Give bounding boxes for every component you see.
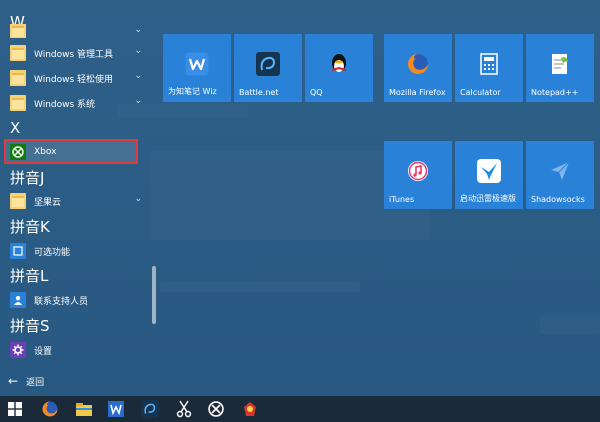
folder-icon xyxy=(10,193,26,209)
back-label: 返回 xyxy=(26,377,45,388)
folder-icon xyxy=(10,95,26,111)
app-label: 可选功能 xyxy=(34,247,71,258)
app-label: Windows 轻松使用 xyxy=(34,74,114,85)
tile-qq[interactable]: QQ xyxy=(305,34,373,102)
app-item-settings[interactable]: 设置 xyxy=(4,338,146,362)
notepadpp-icon xyxy=(548,52,572,76)
start-menu: W ⌄ Windows 管理工具 ⌄ Windows 轻松使用 ⌄ Window… xyxy=(0,0,600,396)
app-label: 设置 xyxy=(34,346,53,357)
app-item-windows-admin-tools[interactable]: Windows 管理工具 ⌄ xyxy=(4,41,146,65)
tile-label: QQ xyxy=(310,88,323,97)
app-item-windows-ease-of-access[interactable]: Windows 轻松使用 ⌄ xyxy=(4,66,146,90)
tile-label: iTunes xyxy=(389,195,415,204)
app-icon[interactable] xyxy=(240,399,260,419)
folder-icon xyxy=(10,70,26,86)
tile-label: 为知笔记 Wiz xyxy=(168,87,217,96)
tile-label: Mozilla Firefox xyxy=(389,88,446,97)
tile-itunes[interactable]: iTunes xyxy=(384,141,452,209)
section-letter-pinyin-l[interactable]: 拼音L xyxy=(10,266,48,286)
tile-label: 启动迅雷极速版 xyxy=(460,194,516,203)
tile-firefox[interactable]: Mozilla Firefox xyxy=(384,34,452,102)
tile-wiz[interactable]: 为知笔记 Wiz xyxy=(163,34,231,102)
back-arrow-icon: ← xyxy=(8,374,19,388)
chevron-down-icon[interactable]: ⌄ xyxy=(134,194,142,204)
app-item-contact-support[interactable]: 联系支持人员 xyxy=(4,288,146,312)
contact-support-icon xyxy=(10,292,26,308)
taskbar xyxy=(0,396,600,422)
optional-features-icon xyxy=(10,243,26,259)
folder-icon xyxy=(10,24,26,38)
app-label: 坚果云 xyxy=(34,197,62,208)
app-label: 联系支持人员 xyxy=(34,296,89,307)
section-letter-pinyin-k[interactable]: 拼音K xyxy=(10,217,50,237)
firefox-icon xyxy=(406,52,430,76)
chevron-down-icon[interactable]: ⌄ xyxy=(134,71,142,81)
section-letter-pinyin-j[interactable]: 拼音J xyxy=(10,168,44,188)
tile-label: Notepad++ xyxy=(531,88,579,97)
app-label: Windows 系统 xyxy=(34,99,96,110)
qq-penguin-icon xyxy=(327,52,351,76)
app-item-windows-folder[interactable]: ⌄ xyxy=(4,24,146,38)
tile-notepadpp[interactable]: Notepad++ xyxy=(526,34,594,102)
xunlei-icon xyxy=(477,159,501,183)
wps-writer-icon[interactable] xyxy=(106,399,126,419)
tile-label: Battle.net xyxy=(239,88,279,97)
tile-xunlei[interactable]: 启动迅雷极速版 xyxy=(455,141,523,209)
app-item-optional-features[interactable]: 可选功能 xyxy=(4,239,146,263)
chevron-down-icon[interactable]: ⌄ xyxy=(134,96,142,106)
tile-battlenet[interactable]: Battle.net xyxy=(234,34,302,102)
tile-label: Calculator xyxy=(460,88,501,97)
xbox-icon[interactable] xyxy=(206,399,226,419)
shadowsocks-icon xyxy=(548,159,572,183)
file-explorer-icon[interactable] xyxy=(74,399,94,419)
section-letter-pinyin-s[interactable]: 拼音S xyxy=(10,316,50,336)
itunes-icon xyxy=(406,159,430,183)
firefox-icon[interactable] xyxy=(40,399,60,419)
wiz-icon xyxy=(185,52,209,76)
start-windows-icon[interactable] xyxy=(5,399,25,419)
chevron-down-icon[interactable]: ⌄ xyxy=(134,25,142,35)
tile-label: Shadowsocks xyxy=(531,195,585,204)
app-label: Windows 管理工具 xyxy=(34,49,114,60)
scrollbar-thumb[interactable] xyxy=(152,266,156,324)
calculator-icon xyxy=(477,52,501,76)
tile-shadowsocks[interactable]: Shadowsocks xyxy=(526,141,594,209)
xbox-icon xyxy=(10,143,26,160)
battlenet-icon xyxy=(256,52,280,76)
app-item-windows-system[interactable]: Windows 系统 ⌄ xyxy=(4,91,146,115)
app-list: W ⌄ Windows 管理工具 ⌄ Windows 轻松使用 ⌄ Window… xyxy=(0,0,150,396)
folder-icon xyxy=(10,45,26,61)
section-letter-x[interactable]: X xyxy=(10,118,20,138)
app-label: Xbox xyxy=(34,146,57,157)
app-item-jianguoyun[interactable]: 坚果云 ⌄ xyxy=(4,189,146,213)
battlenet-icon[interactable] xyxy=(140,399,160,419)
back-button[interactable]: ← 返回 xyxy=(8,374,44,388)
app-item-xbox[interactable]: Xbox xyxy=(4,139,138,164)
chevron-down-icon[interactable]: ⌄ xyxy=(134,46,142,56)
tile-calculator[interactable]: Calculator xyxy=(455,34,523,102)
settings-gear-icon xyxy=(10,342,26,358)
scissors-tool-icon[interactable] xyxy=(174,399,194,419)
